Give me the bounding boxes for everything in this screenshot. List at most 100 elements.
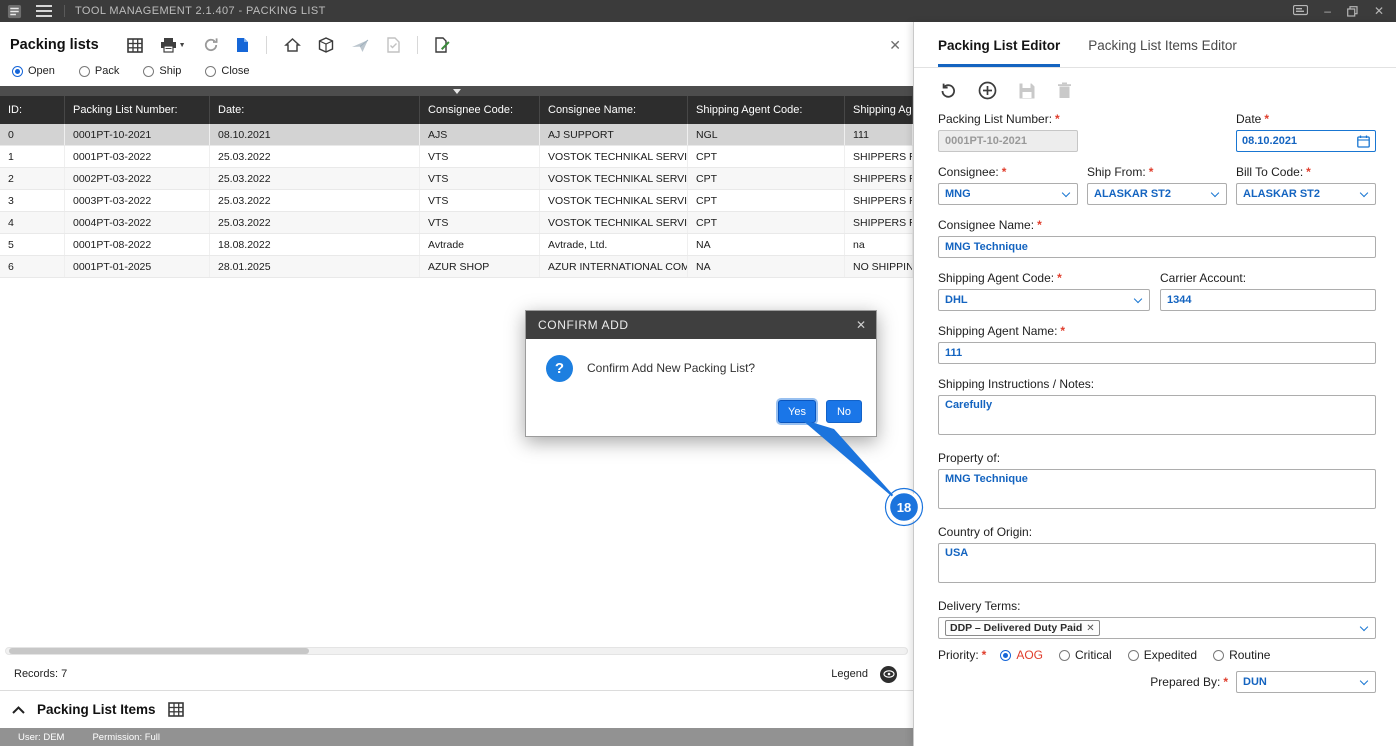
filter-radio-ship[interactable]: Ship (143, 65, 181, 77)
shipping-agent-name-label: Shipping Agent Name: * (938, 324, 1066, 338)
menu-hamburger-icon[interactable] (36, 5, 52, 17)
column-header-5[interactable]: Shipping Agent Code: (688, 96, 845, 124)
chip-remove-icon[interactable]: ✕ (1086, 623, 1094, 634)
scrollbar-thumb[interactable] (9, 648, 309, 654)
column-header-3[interactable]: Consignee Code: (420, 96, 540, 124)
table-cell: 0 (0, 124, 65, 145)
pack-items-button[interactable] (318, 37, 334, 53)
close-window-button[interactable]: ✕ (1374, 5, 1384, 17)
priority-radio-routine[interactable]: Routine (1213, 648, 1270, 662)
panel-close-button[interactable]: ✕ (889, 37, 901, 54)
priority-radios: AOG Critical Expedited Routine (1000, 648, 1270, 662)
chevron-down-icon (1359, 622, 1369, 631)
property-of-textarea[interactable]: MNG Technique (938, 469, 1376, 509)
print-button[interactable]: ▼ (160, 37, 186, 53)
chat-icon[interactable] (1293, 5, 1309, 17)
table-cell: 4 (0, 212, 65, 233)
table-cell: VOSTOK TECHNIKAL SERVICES (540, 168, 688, 189)
priority-radio-critical[interactable]: Critical (1059, 648, 1112, 662)
table-cell: NGL (688, 124, 845, 145)
ship-button[interactable] (351, 38, 370, 53)
editor-refresh-button[interactable] (939, 82, 957, 100)
maximize-button[interactable] (1347, 5, 1358, 17)
table-cell: 25.03.2022 (210, 212, 420, 233)
edit-document-button[interactable] (434, 37, 450, 53)
required-asterisk: * (1037, 218, 1042, 232)
ship-from-label: Ship From: * (1087, 165, 1154, 179)
scrollbar-track[interactable] (5, 647, 908, 655)
column-header-4[interactable]: Consignee Name: (540, 96, 688, 124)
dialog-message: Confirm Add New Packing List? (587, 361, 756, 375)
yes-button[interactable]: Yes (778, 400, 816, 423)
editor-delete-button[interactable] (1057, 82, 1072, 99)
table-cell: 0001PT-08-2022 (65, 234, 210, 255)
filter-radio-open[interactable]: Open (12, 65, 55, 77)
table-cell: 08.10.2021 (210, 124, 420, 145)
titlebar-separator (64, 5, 65, 17)
dialog-header[interactable]: CONFIRM ADD ✕ (526, 311, 876, 339)
column-header-0[interactable]: ID: (0, 96, 65, 124)
question-icon: ? (546, 355, 573, 382)
horizontal-scrollbar[interactable] (0, 644, 913, 658)
grid-icon[interactable] (167, 702, 184, 717)
shipping-instructions-label: Shipping Instructions / Notes: (938, 377, 1095, 391)
shipping-agent-code-select[interactable]: DHL (938, 289, 1150, 311)
table-row[interactable]: 2 0002PT-03-2022 25.03.2022 VTS VOSTOK TECHN… (0, 168, 913, 190)
table-row[interactable]: 4 0004PT-03-2022 25.03.2022 VTS VOSTOK TECHN… (0, 212, 913, 234)
ship-from-select[interactable]: ALASKAR ST2 (1087, 183, 1227, 205)
radio-label: Close (221, 65, 250, 77)
date-input[interactable] (1236, 130, 1376, 152)
consignee-select[interactable]: MNG (938, 183, 1078, 205)
report-button[interactable] (386, 37, 400, 53)
editor-add-button[interactable] (978, 81, 997, 100)
records-count: Records: 7 (14, 668, 68, 680)
filter-radio-close[interactable]: Close (205, 65, 250, 77)
trash-icon (1058, 82, 1071, 98)
required-asterisk: * (1060, 324, 1066, 338)
priority-radio-expedited[interactable]: Expedited (1127, 648, 1197, 662)
priority-option-label: Routine (1229, 648, 1271, 662)
table-row[interactable]: 6 0001PT-01-2025 28.01.2025 AZUR SHOP AZUR I… (0, 256, 913, 278)
printer-dropdown-caret: ▼ (178, 41, 186, 49)
column-header-1[interactable]: Packing List Number: (65, 96, 210, 124)
dialog-close-button[interactable]: ✕ (856, 318, 866, 332)
table-cell: SHIPPERS RESPO (845, 190, 913, 211)
bill-to-code-select[interactable]: ALASKAR ST2 (1236, 183, 1376, 205)
shipping-agent-name-input[interactable] (938, 342, 1376, 364)
required-asterisk: * (1055, 112, 1060, 126)
packing-list-form: Packing List Number:* Date* (914, 109, 1396, 693)
shipping-instructions-textarea[interactable]: Carefully (938, 395, 1376, 435)
tab-packing-list-editor[interactable]: Packing List Editor (938, 38, 1061, 67)
document-edit-icon (434, 37, 450, 53)
grid-view-button[interactable] (126, 37, 143, 53)
consignee-name-input[interactable] (938, 236, 1376, 258)
grid-top-strip[interactable] (0, 86, 913, 96)
date-text-input[interactable] (1242, 135, 1357, 147)
column-header-6[interactable]: Shipping Age (845, 96, 913, 124)
legend-toggle-button[interactable] (880, 665, 897, 683)
country-of-origin-textarea[interactable]: USA (938, 543, 1376, 583)
tab-packing-list-items-editor[interactable]: Packing List Items Editor (1088, 38, 1237, 67)
column-header-2[interactable]: Date: (210, 96, 420, 124)
table-row[interactable]: 5 0001PT-08-2022 18.08.2022 Avtrade Avtrade,… (0, 234, 913, 256)
packing-list-items-section[interactable]: Packing List Items (0, 690, 913, 728)
prepared-by-select[interactable]: DUN (1236, 671, 1376, 693)
no-button[interactable]: No (826, 400, 862, 423)
airplane-icon (351, 39, 368, 52)
table-cell: SHIPPERS RESPO (845, 146, 913, 167)
delivery-terms-select[interactable]: DDP – Delivered Duty Paid ✕ (938, 617, 1376, 639)
carrier-account-input[interactable] (1160, 289, 1376, 311)
table-row[interactable]: 1 0001PT-03-2022 25.03.2022 VTS VOSTOK TECHN… (0, 146, 913, 168)
priority-radio-aog[interactable]: AOG (1000, 648, 1043, 662)
new-packing-list-button[interactable] (236, 37, 249, 53)
table-row[interactable]: 0 0001PT-10-2021 08.10.2021 AJS AJ SUPPORT NG… (0, 124, 913, 146)
home-button[interactable] (283, 37, 301, 53)
eye-icon (882, 670, 895, 678)
editor-toolbar (914, 68, 1396, 109)
filter-radio-pack[interactable]: Pack (78, 65, 119, 77)
calendar-icon[interactable] (1357, 135, 1370, 148)
refresh-button[interactable] (203, 37, 219, 53)
editor-save-button[interactable] (1018, 82, 1036, 100)
minimize-button[interactable]: – (1324, 5, 1331, 17)
table-row[interactable]: 3 0003PT-03-2022 25.03.2022 VTS VOSTOK TECHN… (0, 190, 913, 212)
